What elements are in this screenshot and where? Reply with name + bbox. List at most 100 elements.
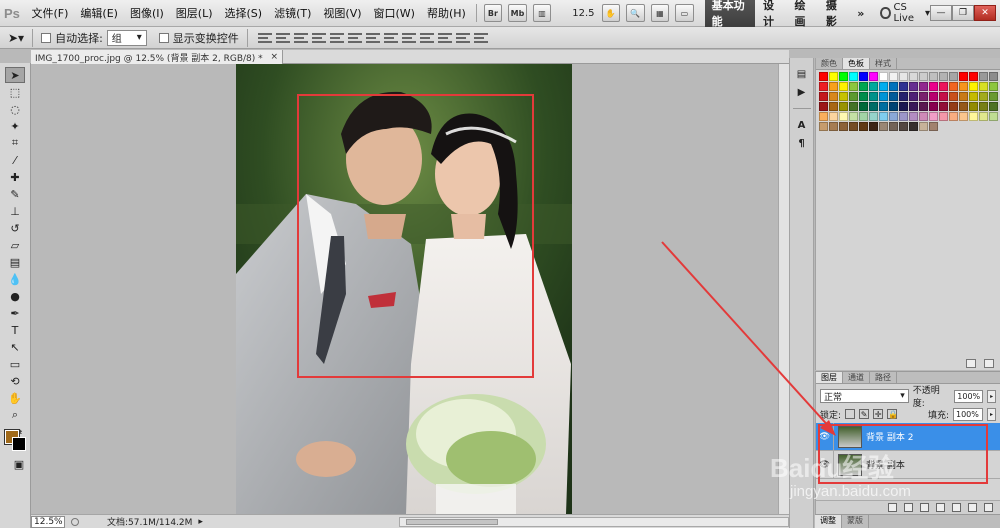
- color-swatch[interactable]: [829, 72, 838, 81]
- scrollbar-thumb[interactable]: [406, 518, 498, 525]
- history-brush-tool-icon[interactable]: ↺: [5, 220, 25, 236]
- zoom-tool-icon[interactable]: 🔍: [626, 4, 645, 22]
- horizontal-scrollbar[interactable]: [399, 516, 789, 527]
- lock-all-icon[interactable]: 🔒: [887, 409, 898, 419]
- color-swatch[interactable]: [889, 112, 898, 121]
- color-swatch[interactable]: [909, 122, 918, 131]
- lock-position-icon[interactable]: ✛: [873, 409, 884, 419]
- fill-arrow-icon[interactable]: ▸: [987, 407, 996, 421]
- color-swatch[interactable]: [919, 82, 928, 91]
- color-swatch[interactable]: [989, 82, 998, 91]
- lock-image-icon[interactable]: ✎: [859, 409, 870, 419]
- status-menu-icon[interactable]: ▸: [198, 517, 203, 527]
- 3d-rotate-tool-icon[interactable]: ⟲: [5, 373, 25, 389]
- color-swatch[interactable]: [819, 72, 828, 81]
- color-swatch[interactable]: [929, 122, 938, 131]
- color-swatch[interactable]: [959, 82, 968, 91]
- color-swatch[interactable]: [839, 82, 848, 91]
- color-swatch[interactable]: [989, 112, 998, 121]
- color-swatch[interactable]: [969, 72, 978, 81]
- crop-tool-icon[interactable]: ⌗: [5, 135, 25, 151]
- gradient-tool-icon[interactable]: ▤: [5, 254, 25, 270]
- color-swatch[interactable]: [929, 72, 938, 81]
- adjustments-tab-1[interactable]: 蒙版: [842, 515, 869, 528]
- color-swatch[interactable]: [989, 72, 998, 81]
- workspace-item-0[interactable]: 设计: [755, 0, 786, 29]
- link-layers-icon[interactable]: [888, 503, 897, 512]
- adjustments-tab-0[interactable]: 调整: [815, 515, 842, 528]
- cs-live-button[interactable]: CS Live ▾: [880, 2, 930, 24]
- color-swatch[interactable]: [859, 82, 868, 91]
- color-swatch[interactable]: [939, 82, 948, 91]
- paragraph-panel-icon[interactable]: ¶: [793, 135, 810, 151]
- color-swatch[interactable]: [819, 82, 828, 91]
- hand-tool-icon[interactable]: ✋: [5, 390, 25, 406]
- workspace-item-1[interactable]: 绘画: [786, 0, 817, 29]
- blur-tool-icon[interactable]: 💧: [5, 271, 25, 287]
- color-swatch[interactable]: [899, 72, 908, 81]
- swatches-tab-2[interactable]: 样式: [870, 58, 897, 69]
- color-swatch[interactable]: [949, 92, 958, 101]
- color-swatch[interactable]: [919, 122, 928, 131]
- move-tool-icon[interactable]: ➤▾: [8, 31, 24, 45]
- arrange-documents-button[interactable]: ▦: [650, 4, 670, 22]
- color-swatch[interactable]: [959, 112, 968, 121]
- layers-tab-0[interactable]: 图层: [816, 372, 843, 383]
- color-swatch[interactable]: [939, 72, 948, 81]
- color-swatch[interactable]: [889, 82, 898, 91]
- color-swatch[interactable]: [859, 102, 868, 111]
- color-swatch[interactable]: [829, 82, 838, 91]
- color-swatch[interactable]: [979, 112, 988, 121]
- color-swatch[interactable]: [969, 112, 978, 121]
- color-swatch[interactable]: [899, 112, 908, 121]
- restore-button[interactable]: ❐: [952, 5, 974, 21]
- status-zoom-input[interactable]: 12.5%: [31, 515, 65, 528]
- color-swatch[interactable]: [869, 102, 878, 111]
- color-swatch[interactable]: [859, 92, 868, 101]
- color-swatch[interactable]: [949, 112, 958, 121]
- color-swatch[interactable]: [909, 112, 918, 121]
- color-swatch[interactable]: [929, 102, 938, 111]
- color-swatch[interactable]: [849, 102, 858, 111]
- color-swatch[interactable]: [879, 112, 888, 121]
- align-left-icon[interactable]: [311, 32, 326, 44]
- bridge-button[interactable]: Br: [483, 4, 503, 22]
- color-swatch[interactable]: [959, 92, 968, 101]
- color-swatch[interactable]: [899, 82, 908, 91]
- align-vcenter-icon[interactable]: [275, 32, 290, 44]
- color-swatch[interactable]: [829, 102, 838, 111]
- menu-item-3[interactable]: 图层(L): [170, 5, 219, 21]
- color-swatch[interactable]: [919, 72, 928, 81]
- color-swatch[interactable]: [929, 82, 938, 91]
- show-transform-checkbox[interactable]: [158, 32, 169, 43]
- info-icon[interactable]: [71, 517, 79, 526]
- color-swatch[interactable]: [879, 92, 888, 101]
- color-swatch[interactable]: [959, 72, 968, 81]
- color-swatch[interactable]: [979, 102, 988, 111]
- layers-tab-2[interactable]: 路径: [870, 372, 897, 383]
- layers-tab-1[interactable]: 通道: [843, 372, 870, 383]
- layer-style-icon[interactable]: [904, 503, 913, 512]
- color-swatch[interactable]: [859, 112, 868, 121]
- color-swatch[interactable]: [819, 112, 828, 121]
- color-swatch[interactable]: [889, 72, 898, 81]
- zoom-level[interactable]: 12.5: [572, 8, 594, 19]
- history-panel-icon[interactable]: ▤: [793, 66, 810, 82]
- color-swatch[interactable]: [919, 92, 928, 101]
- color-swatch[interactable]: [869, 92, 878, 101]
- color-swatch[interactable]: [949, 82, 958, 91]
- shape-tool-icon[interactable]: ▭: [5, 356, 25, 372]
- close-button[interactable]: ✕: [974, 5, 996, 21]
- auto-align-icon[interactable]: [473, 32, 488, 44]
- color-swatch[interactable]: [909, 92, 918, 101]
- color-swatch[interactable]: [819, 92, 828, 101]
- distribute-hcenter-icon[interactable]: [437, 32, 452, 44]
- opacity-arrow-icon[interactable]: ▸: [987, 389, 997, 403]
- color-swatch[interactable]: [929, 112, 938, 121]
- layer-mask-icon[interactable]: [920, 503, 929, 512]
- layer-row[interactable]: 👁 背景 副本: [816, 450, 1000, 479]
- align-right-icon[interactable]: [347, 32, 362, 44]
- hand-tool-icon[interactable]: ✋: [601, 4, 621, 22]
- trash-icon[interactable]: [984, 359, 994, 368]
- color-swatch[interactable]: [939, 102, 948, 111]
